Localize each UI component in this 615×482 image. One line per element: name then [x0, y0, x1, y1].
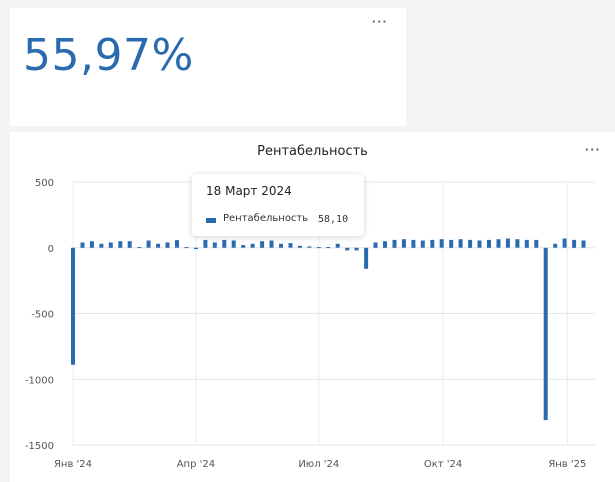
tooltip-series-name: Рентабельность	[223, 213, 309, 224]
bar[interactable]	[524, 239, 529, 248]
tooltip-date: 18 Март 2024	[206, 184, 292, 198]
bar[interactable]	[193, 247, 198, 250]
bar[interactable]	[345, 247, 350, 251]
x-axis: Янв '24 Апр '24 Июл '24 Окт '24 Янв '25	[54, 459, 586, 470]
bar[interactable]	[562, 238, 567, 248]
bar[interactable]	[269, 240, 274, 248]
bar[interactable]	[288, 243, 293, 248]
bar[interactable]	[231, 240, 236, 248]
bar[interactable]	[203, 239, 208, 248]
bar[interactable]	[505, 238, 510, 248]
bar[interactable]	[316, 247, 321, 249]
bar[interactable]	[534, 239, 539, 248]
y-tick-label: 0	[48, 244, 54, 255]
bar[interactable]	[175, 240, 179, 248]
x-tick-label: Июл '24	[298, 459, 339, 470]
bar[interactable]	[420, 240, 425, 248]
bars[interactable]	[71, 238, 586, 421]
bar[interactable]	[572, 239, 577, 248]
bar[interactable]	[354, 247, 359, 251]
tooltip: 18 Март 2024 Рентабельность 58,10	[192, 174, 364, 236]
bar[interactable]	[108, 242, 113, 248]
bar[interactable]	[468, 239, 473, 248]
bar[interactable]	[118, 241, 123, 248]
bar[interactable]	[383, 241, 387, 248]
bar[interactable]	[496, 239, 501, 248]
bar[interactable]	[515, 239, 520, 248]
bar[interactable]	[241, 245, 246, 248]
kpi-menu-icon[interactable]: ···	[372, 15, 388, 28]
bar[interactable]	[307, 246, 312, 248]
bar[interactable]	[477, 240, 482, 248]
bar[interactable]	[212, 242, 217, 248]
bar[interactable]	[364, 247, 369, 269]
bar[interactable]	[458, 239, 463, 248]
y-tick-label: -500	[31, 310, 54, 321]
bar[interactable]	[487, 239, 491, 248]
bar[interactable]	[146, 240, 151, 248]
bar[interactable]	[335, 243, 340, 248]
bar[interactable]	[80, 242, 85, 248]
bar[interactable]	[553, 243, 558, 248]
bar[interactable]	[411, 239, 416, 248]
bar[interactable]	[279, 243, 283, 248]
bar[interactable]	[127, 241, 132, 248]
x-tick-label: Янв '24	[54, 459, 92, 470]
chart-card: Рентабельность ··· 500 0 -500 -1000 -1500 Ян…	[10, 132, 615, 482]
bar[interactable]	[165, 242, 170, 248]
tooltip-value: 58,10	[318, 214, 349, 225]
bar[interactable]	[137, 247, 142, 249]
bar[interactable]	[401, 239, 406, 248]
y-tick-label: -1000	[25, 375, 54, 386]
kpi-card: 55,97% ···	[10, 8, 406, 126]
bar[interactable]	[71, 247, 75, 365]
y-tick-label: 500	[35, 178, 54, 189]
bar[interactable]	[260, 241, 265, 248]
bar[interactable]	[250, 243, 255, 248]
bar[interactable]	[392, 239, 397, 248]
bar[interactable]	[222, 239, 227, 248]
x-tick-label: Окт '24	[424, 459, 462, 470]
bar[interactable]	[99, 243, 104, 248]
bar[interactable]	[430, 239, 435, 248]
tooltip-series-swatch	[206, 218, 216, 223]
bar[interactable]	[297, 245, 302, 248]
bar[interactable]	[89, 241, 94, 248]
y-axis: 500 0 -500 -1000 -1500	[25, 178, 54, 452]
x-tick-label: Янв '25	[548, 459, 586, 470]
bar[interactable]	[449, 239, 454, 248]
bar[interactable]	[581, 240, 586, 248]
kpi-value: 55,97%	[23, 30, 194, 81]
x-tick-label: Апр '24	[177, 459, 215, 470]
bar[interactable]	[184, 247, 189, 249]
bar[interactable]	[326, 247, 331, 249]
bar[interactable]	[543, 247, 548, 421]
bar[interactable]	[439, 239, 444, 248]
bar[interactable]	[373, 242, 378, 248]
bar[interactable]	[156, 243, 161, 248]
y-tick-label: -1500	[25, 441, 54, 452]
